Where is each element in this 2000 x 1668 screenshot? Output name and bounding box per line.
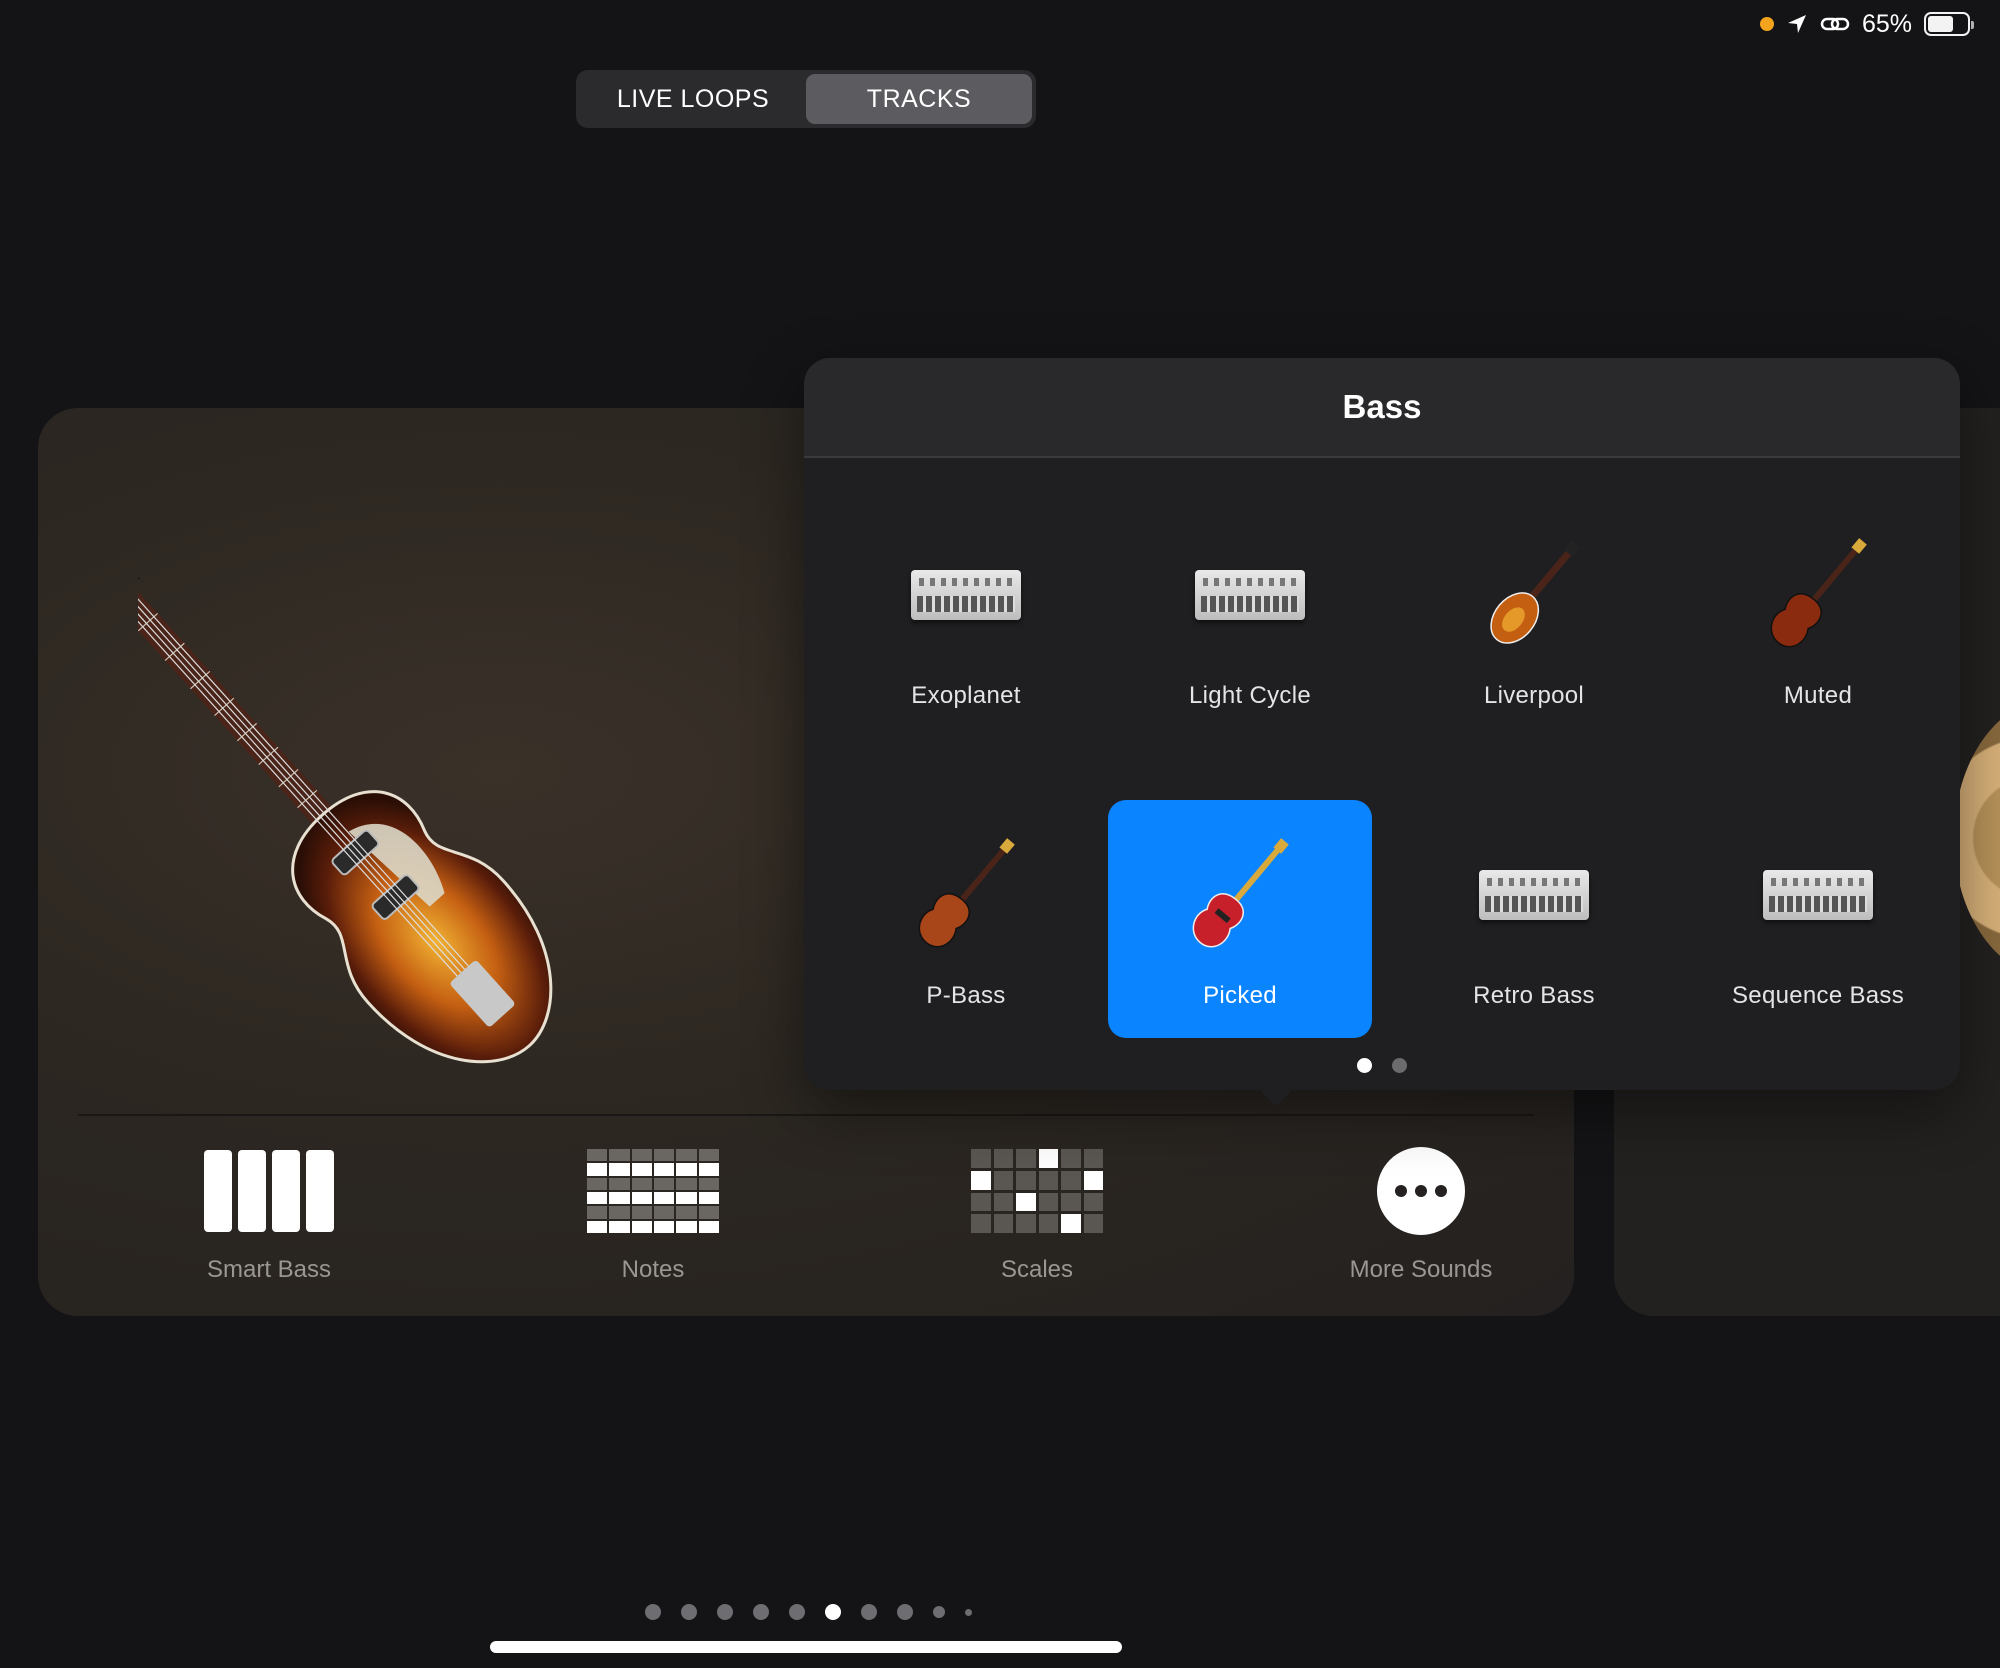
battery-fill xyxy=(1928,16,1953,32)
drum-machine-icon xyxy=(1479,870,1589,920)
smart-bass-strings-icon xyxy=(204,1150,334,1232)
sound-item-label: Light Cycle xyxy=(1188,682,1312,709)
page-dot[interactable] xyxy=(1357,1058,1372,1073)
sound-item-label: Picked xyxy=(1203,982,1277,1009)
sound-item-label: Liverpool xyxy=(1483,682,1585,709)
page-dot[interactable] xyxy=(896,1604,913,1620)
scales-button[interactable]: Scales xyxy=(917,1148,1157,1284)
page-dot[interactable] xyxy=(860,1604,877,1620)
instrument-toolbar: Smart Bass Notes Scales More Sounds xyxy=(38,1147,1574,1298)
tab-tracks[interactable]: TRACKS xyxy=(806,74,1032,124)
popover-page-indicator[interactable] xyxy=(804,1058,1960,1073)
notes-fretboard-icon xyxy=(587,1149,719,1233)
sound-item-label: Muted xyxy=(1783,682,1853,709)
mode-switch: LIVE LOOPS TRACKS xyxy=(576,70,1036,128)
sound-item-liverpool[interactable]: Liverpool xyxy=(1402,500,1666,738)
violin-bass-icon xyxy=(1490,540,1581,644)
more-sounds-button[interactable]: More Sounds xyxy=(1301,1147,1541,1284)
popover-arrow xyxy=(1258,1088,1294,1106)
page-dot[interactable] xyxy=(1392,1058,1407,1073)
drum-machine-icon xyxy=(911,570,1021,620)
home-indicator[interactable] xyxy=(490,1641,1122,1653)
sound-item-label: Sequence Bass xyxy=(1731,982,1905,1009)
sound-item-muted[interactable]: Muted xyxy=(1686,500,1950,738)
sunburst-bass-icon xyxy=(1770,538,1867,648)
sound-item-retro-bass[interactable]: Retro Bass xyxy=(1402,800,1666,1038)
scales-grid-icon xyxy=(971,1149,1103,1233)
drum-machine-icon xyxy=(1763,870,1873,920)
toolbar-divider xyxy=(78,1114,1534,1116)
violin-bass-image xyxy=(138,527,553,1064)
acoustic-guitar-image xyxy=(1954,698,2000,978)
popover-title: Bass xyxy=(804,358,1960,458)
battery-percent: 65% xyxy=(1861,9,1912,38)
page-dot[interactable] xyxy=(964,1608,972,1616)
scales-label: Scales xyxy=(1000,1256,1074,1283)
status-bar: 65% xyxy=(1759,9,1974,38)
sound-item-exoplanet[interactable]: Exoplanet xyxy=(834,500,1098,738)
drum-machine-icon xyxy=(1195,570,1305,620)
smart-bass-label: Smart Bass xyxy=(206,1256,332,1283)
page-dot[interactable] xyxy=(644,1604,661,1620)
sound-item-sequence-bass[interactable]: Sequence Bass xyxy=(1686,800,1950,1038)
sound-item-label: P-Bass xyxy=(926,982,1006,1009)
sunburst-bass-icon xyxy=(918,838,1015,948)
notes-button[interactable]: Notes xyxy=(533,1148,773,1284)
sound-picker-popover: Bass Exoplanet Light Cycle Liverpool Mut… xyxy=(804,358,1960,1106)
page-dot-current[interactable] xyxy=(824,1604,841,1620)
sound-item-label: Exoplanet xyxy=(911,682,1021,709)
page-dot[interactable] xyxy=(680,1604,697,1620)
link-icon xyxy=(1820,17,1850,31)
location-icon xyxy=(1787,15,1806,33)
sound-item-p-bass[interactable]: P-Bass xyxy=(834,800,1098,1038)
sound-item-light-cycle[interactable]: Light Cycle xyxy=(1118,500,1382,738)
page-dot[interactable] xyxy=(932,1606,945,1618)
red-bass-icon xyxy=(1192,838,1289,948)
recording-dot-icon xyxy=(1759,17,1774,31)
sound-item-picked[interactable]: Picked xyxy=(1108,800,1372,1038)
page-dot[interactable] xyxy=(752,1604,769,1620)
more-sounds-label: More Sounds xyxy=(1349,1256,1493,1283)
battery-icon xyxy=(1924,12,1974,36)
instrument-page-indicator[interactable] xyxy=(0,1604,1616,1620)
smart-bass-button[interactable]: Smart Bass xyxy=(149,1148,389,1284)
page-dot[interactable] xyxy=(716,1604,733,1620)
more-ellipsis-icon xyxy=(1377,1147,1465,1235)
sound-item-label: Retro Bass xyxy=(1473,982,1595,1009)
page-dot[interactable] xyxy=(788,1604,805,1620)
notes-label: Notes xyxy=(621,1256,685,1283)
tab-live-loops[interactable]: LIVE LOOPS xyxy=(580,74,806,124)
